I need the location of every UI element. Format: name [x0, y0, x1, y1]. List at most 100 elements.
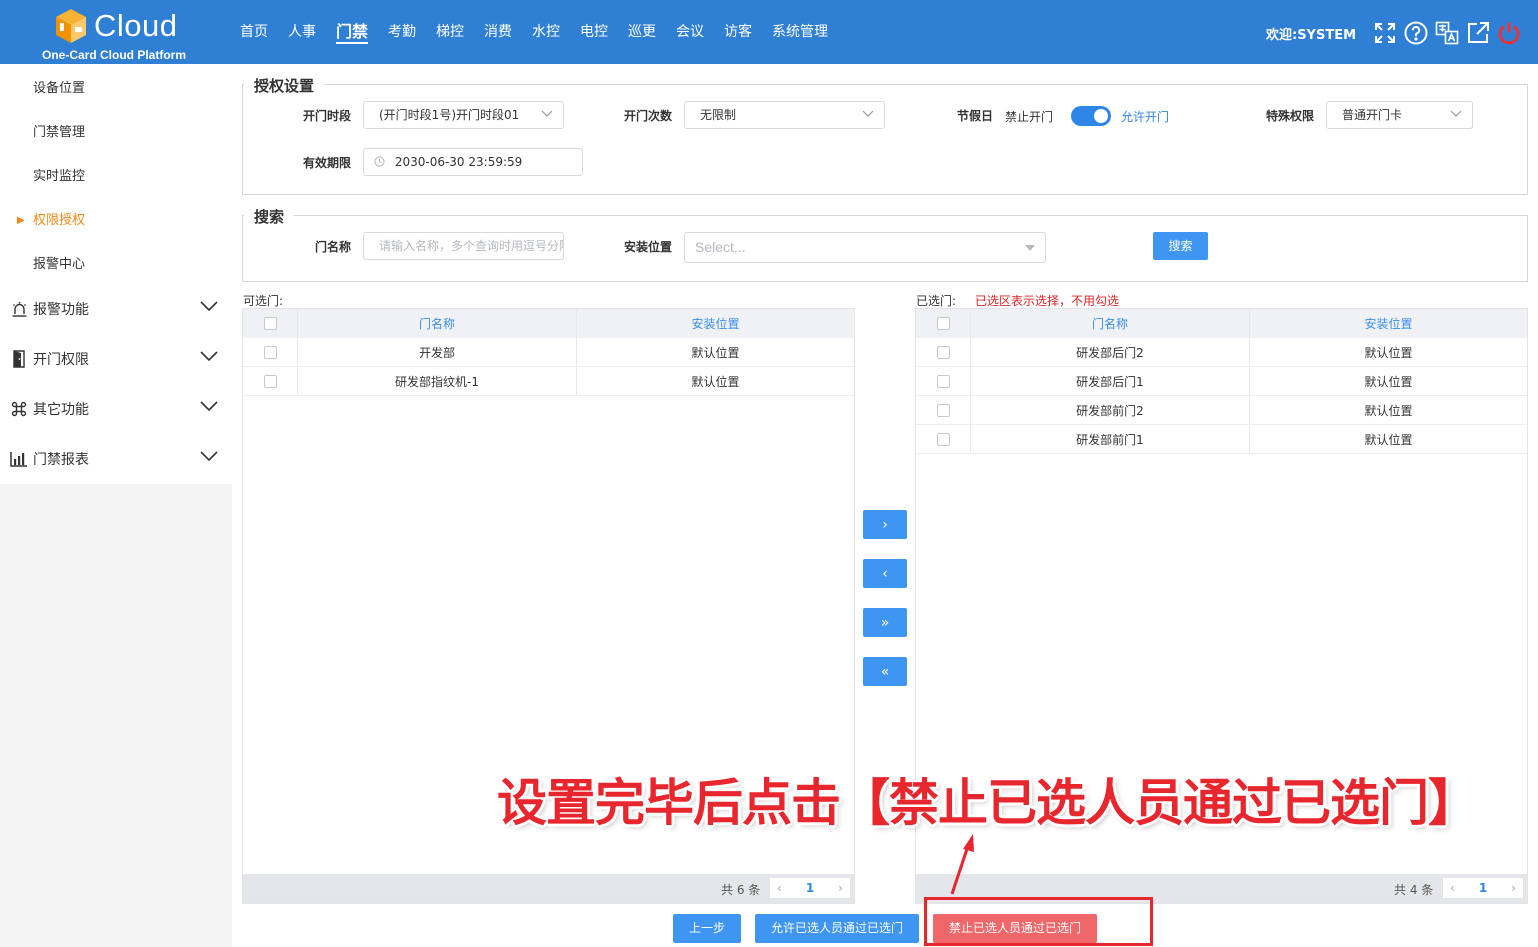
sidebar-item-device-location[interactable]: 设备位置	[0, 64, 232, 108]
total-count: 共 6 条	[721, 883, 761, 897]
location-cell: 默认位置	[1364, 403, 1413, 418]
header-actions	[1372, 20, 1521, 45]
top-navigation: 首页 人事 门禁 考勤 梯控 消费 水控 电控 巡更 会议 访客 系统管理	[240, 0, 848, 64]
column-door-name[interactable]: 门名称	[298, 309, 577, 338]
sidebar-group-other[interactable]: 其它功能	[0, 384, 232, 434]
sidebar-sub-list: 设备位置 门禁管理 实时监控 ▶ 权限授权 报警中心	[0, 64, 232, 284]
column-install-location[interactable]: 安装位置	[577, 309, 854, 338]
holiday-toggle[interactable]	[1071, 106, 1111, 126]
select-all-checkbox[interactable]	[936, 317, 950, 330]
row-checkbox[interactable]	[936, 345, 950, 359]
table-row[interactable]: 研发部后门1 默认位置	[916, 367, 1527, 396]
help-icon[interactable]	[1403, 20, 1428, 45]
welcome-text: 欢迎:SYSTEM	[1266, 28, 1357, 43]
nav-patrol[interactable]: 巡更	[628, 0, 656, 64]
sidebar-group-report[interactable]: 门禁报表	[0, 434, 232, 484]
language-icon[interactable]	[1434, 20, 1459, 45]
nav-attendance[interactable]: 考勤	[388, 0, 416, 64]
fullscreen-icon[interactable]	[1372, 20, 1397, 45]
expiry-date-input[interactable]: 2030-06-30 23:59:59	[363, 148, 583, 176]
row-checkbox-cell	[916, 338, 971, 366]
power-icon[interactable]	[1496, 20, 1521, 45]
install-location-select[interactable]: Select...	[684, 232, 1046, 263]
current-page[interactable]: 1	[806, 881, 814, 895]
location-cell: 默认位置	[1364, 374, 1413, 389]
highlight-box	[924, 897, 1153, 946]
row-checkbox[interactable]	[263, 374, 277, 388]
door-name-cell: 研发部后门1	[971, 367, 1250, 395]
sidebar-group-door-permission[interactable]: 开门权限	[0, 334, 232, 384]
sidebar-item-authorization[interactable]: ▶ 权限授权	[0, 196, 232, 240]
pagination: ‹ 1 ›	[769, 877, 851, 899]
sidebar-item-authorization-label: 权限授权	[33, 213, 86, 228]
table-row[interactable]: 研发部指纹机-1 默认位置	[243, 367, 854, 396]
nav-elevator[interactable]: 梯控	[436, 0, 464, 64]
report-chart-icon	[10, 450, 28, 468]
allow-selected-button[interactable]: 允许已选人员通过已选门	[755, 914, 919, 943]
nav-power-control[interactable]: 电控	[580, 0, 608, 64]
pagination: ‹ 1 ›	[1442, 877, 1524, 899]
sidebar-item-alarm-center[interactable]: 报警中心	[0, 240, 232, 284]
move-left-button[interactable]: ‹	[863, 559, 907, 588]
move-all-left-button[interactable]: «	[863, 657, 907, 686]
column-door-name[interactable]: 门名称	[971, 309, 1250, 338]
pointer-arrow-icon	[950, 834, 974, 895]
open-count-select-value: 无限制	[700, 108, 737, 122]
brand-subtitle: One-Card Cloud Platform	[42, 48, 187, 62]
select-all-cell	[243, 309, 298, 338]
period-select[interactable]: (开门时段1号)开门时段01	[363, 101, 564, 129]
row-checkbox[interactable]	[263, 345, 277, 359]
row-checkbox[interactable]	[936, 403, 950, 417]
sidebar-group-alarm[interactable]: 报警功能	[0, 284, 232, 334]
sidebar-item-door-management[interactable]: 门禁管理	[0, 108, 232, 152]
available-doors-caption: 可选门:	[243, 294, 284, 308]
open-external-icon[interactable]	[1465, 20, 1490, 45]
table-row[interactable]: 研发部前门1 默认位置	[916, 425, 1527, 454]
current-page[interactable]: 1	[1479, 881, 1487, 895]
period-label: 开门时段	[303, 109, 352, 123]
location-cell: 默认位置	[691, 374, 740, 389]
nav-personnel[interactable]: 人事	[288, 0, 316, 64]
row-checkbox[interactable]	[936, 374, 950, 388]
nav-access-control[interactable]: 门禁	[336, 0, 369, 64]
door-name-cell: 研发部前门1	[971, 425, 1250, 453]
open-count-label: 开门次数	[624, 109, 673, 123]
nav-home[interactable]: 首页	[240, 0, 268, 64]
door-name-input[interactable]: 请输入名称，多个查询时用逗号分隔	[363, 232, 564, 260]
sidebar-item-realtime-monitor[interactable]: 实时监控	[0, 152, 232, 196]
table-header: 门名称 安装位置	[916, 309, 1527, 338]
selected-doors-note: 已选区表示选择，不用勾选	[975, 294, 1120, 308]
prev-page-icon[interactable]: ‹	[1450, 881, 1455, 895]
table-row[interactable]: 研发部前门2 默认位置	[916, 396, 1527, 425]
prev-page-icon[interactable]: ‹	[777, 881, 782, 895]
chevron-down-icon	[200, 401, 218, 411]
column-install-location[interactable]: 安装位置	[1250, 309, 1527, 338]
special-permission-label: 特殊权限	[1266, 109, 1315, 123]
chevron-down-icon	[862, 110, 874, 117]
total-count: 共 4 条	[1394, 883, 1434, 897]
table-row[interactable]: 研发部后门2 默认位置	[916, 338, 1527, 367]
chevron-down-icon	[200, 451, 218, 461]
nav-system-management[interactable]: 系统管理	[772, 0, 828, 64]
previous-step-button[interactable]: 上一步	[673, 914, 741, 943]
open-count-select[interactable]: 无限制	[684, 101, 885, 129]
top-header: Cloud One-Card Cloud Platform 首页 人事 门禁 考…	[0, 0, 1538, 64]
nav-water-control[interactable]: 水控	[532, 0, 560, 64]
table-row[interactable]: 开发部 默认位置	[243, 338, 854, 367]
special-permission-select[interactable]: 普通开门卡	[1326, 101, 1473, 129]
move-right-button[interactable]: ›	[863, 510, 907, 539]
active-arrow-icon: ▶	[17, 215, 25, 226]
select-all-checkbox[interactable]	[263, 317, 277, 330]
period-select-value: (开门时段1号)开门时段01	[379, 108, 520, 122]
nav-consumption[interactable]: 消费	[484, 0, 512, 64]
row-checkbox[interactable]	[936, 432, 950, 446]
next-page-icon[interactable]: ›	[838, 881, 843, 895]
move-all-right-button[interactable]: »	[863, 608, 907, 637]
nav-visitor[interactable]: 访客	[724, 0, 752, 64]
select-all-cell	[916, 309, 971, 338]
next-page-icon[interactable]: ›	[1511, 881, 1516, 895]
command-icon	[10, 400, 28, 418]
door-name-cell: 研发部前门2	[971, 396, 1250, 424]
search-button[interactable]: 搜索	[1153, 232, 1208, 260]
nav-meeting[interactable]: 会议	[676, 0, 704, 64]
